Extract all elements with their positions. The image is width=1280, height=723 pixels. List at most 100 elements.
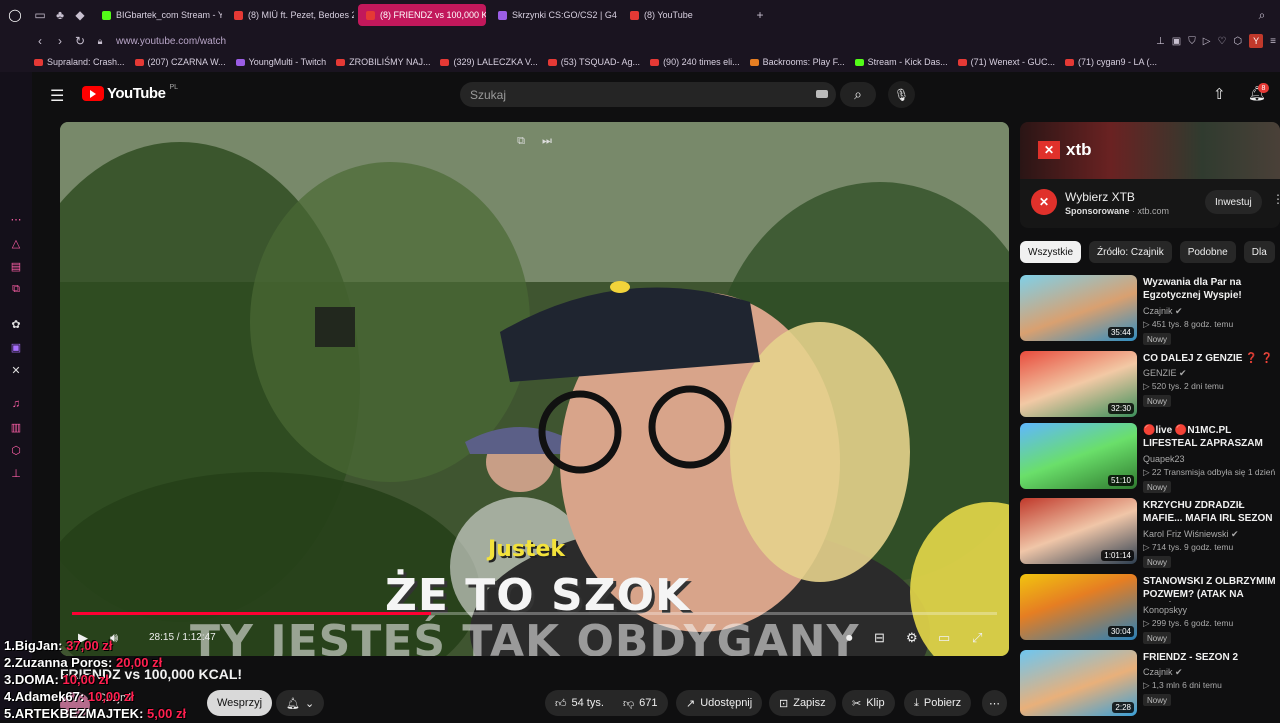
download-button[interactable]: ⤓ Pobierz [904, 690, 972, 716]
recommendation-item[interactable]: 32:30 CO DALEJ Z GENZIE ❓ ❓ GENZIE ✔︎ ▷ … [1020, 351, 1280, 419]
browser-tab[interactable]: (8) YouTube [622, 4, 750, 26]
clip-button[interactable]: ✂ Klip [842, 690, 895, 716]
video-thumbnail[interactable]: 32:30 [1020, 351, 1137, 417]
camera-icon[interactable]: ▣ [1172, 36, 1181, 47]
voice-search-button[interactable]: 🎙︎ [888, 81, 915, 108]
recommendation-item[interactable]: 2:28 FRIENDZ - SEZON 2 Czajnik ✔︎ ▷ 1,3 … [1020, 650, 1280, 718]
miniplayer-icon[interactable]: ⧉ [512, 134, 530, 148]
profile-avatar[interactable]: Y [1249, 34, 1264, 48]
reload-icon[interactable]: ↻ [70, 34, 90, 48]
forward-icon[interactable]: › [50, 34, 70, 48]
autoplay-toggle-icon[interactable]: ⏺ [846, 630, 853, 646]
chip-for-you[interactable]: Dla [1243, 241, 1275, 263]
progress-bar[interactable] [72, 612, 997, 615]
menu-icon[interactable]: ≡ [1270, 36, 1276, 47]
keyboard-icon[interactable] [816, 90, 828, 98]
pin-icon[interactable]: ⊥ [9, 466, 23, 480]
video-thumbnail[interactable]: 2:28 [1020, 650, 1137, 716]
fullscreen-icon[interactable]: ⤢ [972, 630, 982, 646]
recommendation-item[interactable]: 35:44 Wyzwania dla Par na Egzotycznej Wy… [1020, 275, 1280, 345]
new-badge: Nowy [1143, 395, 1172, 407]
extensions-icon[interactable]: ⬡ [9, 443, 23, 457]
ad-banner: ✕ xtb [1020, 122, 1280, 179]
search-input[interactable] [470, 87, 800, 102]
donation-row: 5.ARTEKBEZMAJTEK: 5,00 zł [4, 706, 187, 721]
recommendation-item[interactable]: 30:04 STANOWSKI Z OLBRZYMIM POZWEM? (ATA… [1020, 574, 1280, 644]
video-thumbnail[interactable]: 1:01:14 [1020, 498, 1137, 564]
music-icon[interactable]: ♫ [9, 397, 23, 411]
bookmark[interactable]: (329) LALECZKA V... [440, 57, 538, 67]
url-field[interactable]: www.youtube.com/watch [116, 36, 226, 47]
chip-all[interactable]: Wszystkie [1020, 241, 1081, 263]
browser-tab[interactable]: BIGbartek_com Stream - Y [94, 4, 222, 26]
youtube-logo[interactable]: YouTube PL [82, 84, 178, 102]
browser-tab-active[interactable]: (8) FRIENDZ vs 100,000 K [358, 4, 486, 26]
video-player[interactable]: ⧉ ⏭ Justek ŻE TO SZOK TY JESTEŚ TAK OBDY… [60, 122, 1009, 656]
settings-gear-icon[interactable]: ⚙ [906, 630, 918, 646]
bookmark[interactable]: (90) 240 times eli... [650, 57, 740, 67]
browser-tab[interactable]: (8) MIÜ ft. Pezet, Bedoes 2 [226, 4, 354, 26]
bookmark[interactable]: Backrooms: Play F... [749, 57, 845, 67]
more-actions-button[interactable]: ⋯ [982, 690, 1007, 716]
bookmark[interactable]: ZROBILIŚMY NAJ... [336, 57, 430, 67]
microphone-icon: 🎙︎ [893, 87, 910, 102]
chip-source[interactable]: Źródło: Czajnik [1089, 241, 1172, 263]
recommendation-item[interactable]: 1:01:14 KRZYCHU ZDRADZIŁ MAFIE... MAFIA … [1020, 498, 1280, 568]
bookmark[interactable]: Supraland: Crash... [34, 57, 125, 67]
new-badge: Nowy [1143, 556, 1172, 568]
recommendation-item[interactable]: 51:10 🔴live 🔴N1MC.PL LIFESTEAL ZAPRASZAM… [1020, 423, 1280, 493]
upload-icon[interactable]: ⇧ [1213, 85, 1226, 103]
theater-mode-icon[interactable]: ▭ [938, 630, 950, 646]
bookmark[interactable]: (71) Wenext - GUC... [957, 57, 1055, 67]
bookmark[interactable]: (71) cygan9 - LA (... [1065, 57, 1157, 67]
share-button[interactable]: ↗ Udostępnij [676, 690, 763, 716]
search-tabs-icon[interactable]: ⌕ [1252, 8, 1272, 23]
dots-icon[interactable]: ⋯ [9, 212, 23, 226]
hamburger-menu-icon[interactable]: ☰ [50, 86, 64, 106]
notifications-button[interactable]: 🔔︎ ⌄ [276, 690, 325, 716]
video-thumbnail[interactable]: 51:10 [1020, 423, 1137, 489]
sponsored-ad[interactable]: ✕ xtb ✕ Wybierz XTB Sponsorowane · xtb.co… [1020, 122, 1280, 228]
back-icon[interactable]: ‹ [30, 34, 50, 48]
bookmark[interactable]: YoungMulti - Twitch [235, 57, 326, 67]
workspace-icon[interactable]: ◆ [70, 8, 90, 22]
chatgpt-icon[interactable]: ✿ [9, 317, 23, 331]
bookmark-icon: ⊡ [779, 697, 789, 710]
like-button[interactable]: 👍︎ 54 tys. [545, 690, 614, 716]
bookmark[interactable]: (207) CZARNA W... [134, 57, 226, 67]
send-icon[interactable]: ▷ [1203, 36, 1211, 47]
tabs-icon[interactable]: ⧉ [9, 282, 23, 296]
history-icon[interactable]: ▥ [9, 420, 23, 434]
save-button[interactable]: ⊡ Zapisz [769, 690, 836, 716]
channel-name: Karol Friz Wiśniewski ✔︎ [1143, 529, 1239, 539]
video-thumbnail[interactable]: 35:44 [1020, 275, 1137, 341]
dislike-button[interactable]: 👎︎ 671 [613, 690, 668, 716]
channel-name: Czajnik ✔︎ [1143, 667, 1183, 677]
twitch-icon[interactable]: ▣ [9, 340, 23, 354]
video-thumbnail[interactable]: 30:04 [1020, 574, 1137, 640]
youtube-icon [1065, 58, 1074, 66]
workspace-icon[interactable]: ♣ [50, 8, 70, 22]
thumbs-down-icon: 👎︎ [623, 697, 635, 710]
subtitles-icon[interactable]: ⊟ [874, 630, 885, 646]
bookmark[interactable]: (53) TSQUAD- Ag... [547, 57, 640, 67]
chevron-down-icon: ⌄ [304, 697, 315, 710]
search-button[interactable]: ⌕ [840, 82, 876, 107]
ad-cta-button[interactable]: Inwestuj [1205, 190, 1262, 214]
x-icon[interactable]: ✕ [9, 363, 23, 377]
next-video-icon[interactable]: ⏭ [538, 134, 556, 148]
bookmark[interactable]: Stream - Kick Das... [854, 57, 948, 67]
bell-icon: 🔔︎ [286, 697, 300, 710]
triangle-icon[interactable]: △ [9, 236, 23, 250]
workspace-icon[interactable]: ▭ [30, 8, 50, 22]
pin-icon[interactable]: ⊥ [1156, 36, 1165, 47]
wallet-icon[interactable]: ▤ [9, 259, 23, 273]
chip-similar[interactable]: Podobne [1179, 241, 1236, 263]
extensions-icon[interactable]: ⬡ [1233, 36, 1242, 47]
browser-tab[interactable]: Skrzynki CS:GO/CS2 | G4 [490, 4, 618, 26]
shield-icon[interactable]: ⛉ [1188, 36, 1196, 47]
heart-icon[interactable]: ♡ [1217, 36, 1226, 47]
new-tab-icon[interactable]: + [750, 8, 770, 22]
more-icon[interactable]: ⋮ [1272, 192, 1280, 206]
opera-logo-icon[interactable]: ◯ [0, 8, 30, 22]
